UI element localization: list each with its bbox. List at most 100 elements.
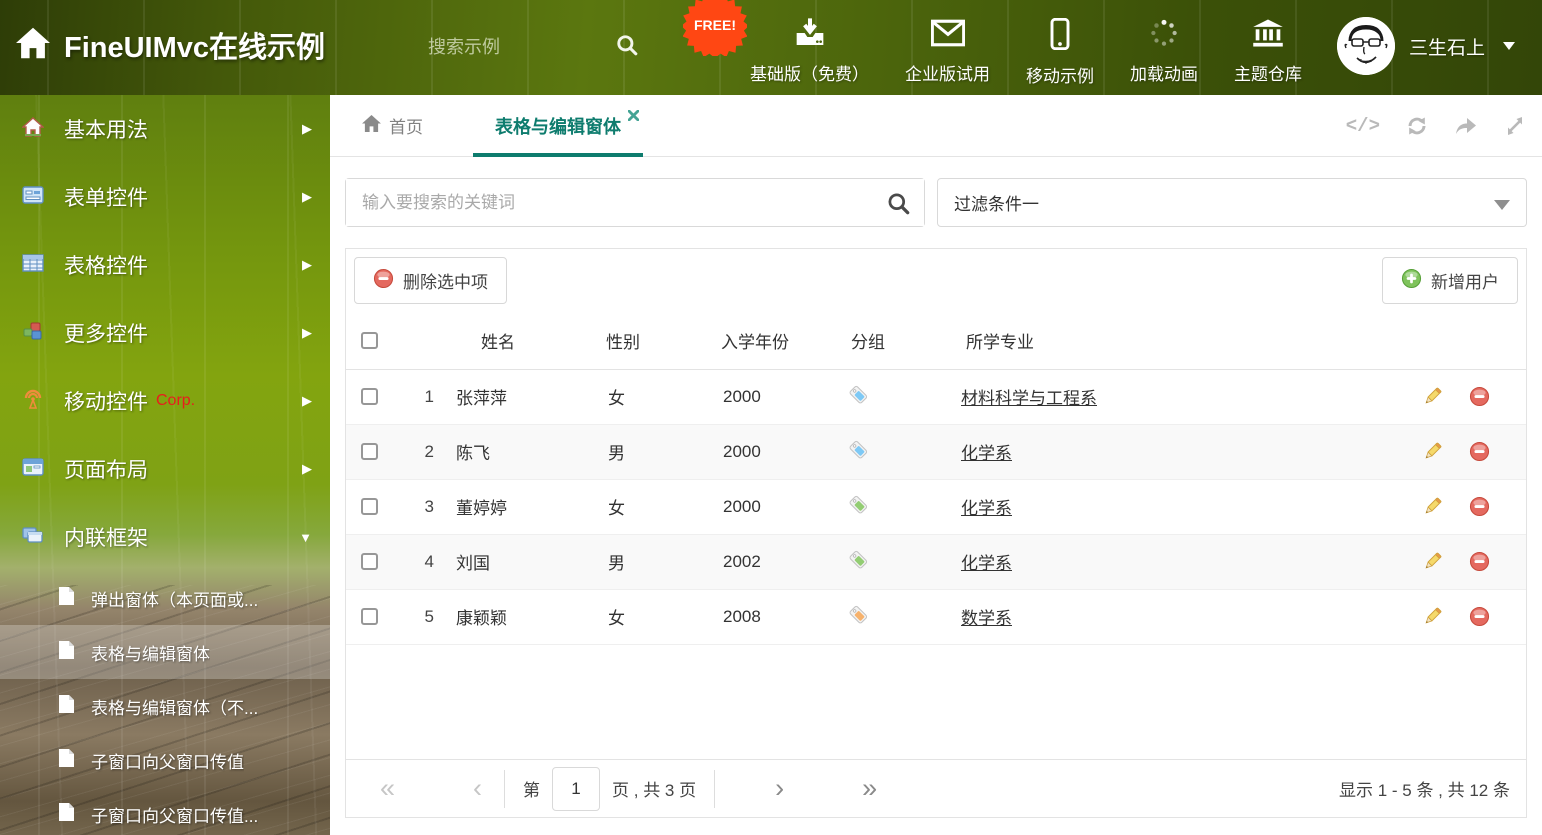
sidebar-item-inline-frame[interactable]: 内联框架 ▼ <box>0 503 330 571</box>
chevron-right-icon: ▶ <box>302 325 312 340</box>
sidebar-subitem-grid-edit-window-2[interactable]: 表格与编辑窗体（不... <box>0 679 330 733</box>
delete-row-icon[interactable] <box>1469 496 1490 517</box>
delete-row-icon[interactable] <box>1469 441 1490 462</box>
edit-pencil-icon[interactable] <box>1422 441 1443 462</box>
filter-row: 过滤条件一 <box>345 178 1527 227</box>
cell-gender: 女 <box>571 479 691 535</box>
select-all-checkbox[interactable] <box>361 331 378 349</box>
chevron-right-icon: ▶ <box>302 257 312 272</box>
edit-pencil-icon[interactable] <box>1422 496 1443 517</box>
row-checkbox[interactable] <box>361 498 378 515</box>
edit-pencil-icon[interactable] <box>1422 551 1443 572</box>
main-panel: 首页 表格与编辑窗体 </> 输入要搜索的关键词 过滤条件一 删除选中项 新增用… <box>330 95 1542 835</box>
sidebar-item-basic-usage[interactable]: 基本用法 ▶ <box>0 95 330 163</box>
antenna-icon <box>22 389 44 414</box>
tag-icon <box>848 605 869 629</box>
sidebar-item-mobile-controls[interactable]: 移动控件 Corp. ▶ <box>0 367 330 435</box>
tab-home[interactable]: 首页 <box>340 95 445 156</box>
delete-selected-button[interactable]: 删除选中项 <box>354 257 507 304</box>
tag-icon <box>848 495 869 519</box>
keyword-search-input[interactable] <box>346 179 924 226</box>
avatar <box>1337 17 1395 75</box>
open-in-new-icon[interactable] <box>1454 115 1478 137</box>
major-link[interactable]: 材料科学与工程系 <box>961 389 1097 408</box>
refresh-icon[interactable] <box>1406 115 1428 137</box>
row-checkbox[interactable] <box>361 443 378 460</box>
cell-gender: 男 <box>571 424 691 480</box>
home-icon <box>16 27 50 64</box>
major-link[interactable]: 数学系 <box>961 609 1012 628</box>
table-row: 2 陈飞 男 2000 化学系 <box>346 424 1526 480</box>
table-row: 4 刘国 男 2002 化学系 <box>346 534 1526 590</box>
source-code-icon[interactable]: </> <box>1346 115 1380 137</box>
bank-icon <box>1252 18 1284 53</box>
delete-row-icon[interactable] <box>1469 606 1490 627</box>
close-icon[interactable] <box>627 105 640 126</box>
user-menu[interactable]: 三生石上 <box>1337 17 1516 75</box>
delete-row-icon[interactable] <box>1469 551 1490 572</box>
search-icon[interactable] <box>887 192 910 220</box>
nav-label: 移动示例 <box>1026 67 1094 86</box>
sidebar-subitem-grid-edit-window[interactable]: 表格与编辑窗体 <box>0 625 330 679</box>
page-icon <box>58 586 75 611</box>
cell-year: 2000 <box>691 424 821 480</box>
row-checkbox[interactable] <box>361 388 378 405</box>
cell-name: 陈飞 <box>436 424 571 480</box>
col-actions <box>1406 312 1526 370</box>
cell-year: 2002 <box>691 534 821 590</box>
keyword-search[interactable] <box>345 178 925 227</box>
brand[interactable]: FineUIMvc在线示例 <box>16 24 325 66</box>
prev-page-button[interactable]: ‹ <box>469 775 486 802</box>
col-gender: 性别 <box>571 312 691 370</box>
tab-strip: 首页 表格与编辑窗体 </> <box>330 95 1542 157</box>
tab-grid-edit-window[interactable]: 表格与编辑窗体 <box>473 95 643 157</box>
header-search[interactable] <box>428 28 643 66</box>
next-page-button[interactable]: › <box>771 775 788 802</box>
row-checkbox[interactable] <box>361 608 378 625</box>
sidebar-item-grid-controls[interactable]: 表格控件 ▶ <box>0 231 330 299</box>
sidebar-item-more-controls[interactable]: 更多控件 ▶ <box>0 299 330 367</box>
svg-text:FREE!: FREE! <box>694 17 736 33</box>
nav-loading-animation[interactable]: 加载动画 <box>1112 18 1216 85</box>
col-name: 姓名 <box>436 312 571 370</box>
first-page-button[interactable]: « <box>376 775 399 802</box>
row-index: 4 <box>401 534 436 590</box>
grid-panel: 删除选中项 新增用户 姓名 性别 入学年份 分组 所学专业 1 张萍萍 女 20… <box>345 248 1527 818</box>
sidebar-subitem-popup-window[interactable]: 弹出窗体（本页面或... <box>0 571 330 625</box>
row-index: 1 <box>401 369 436 425</box>
last-page-button[interactable]: » <box>858 775 881 802</box>
major-link[interactable]: 化学系 <box>961 554 1012 573</box>
tag-icon <box>848 440 869 464</box>
sidebar-item-page-layout[interactable]: 页面布局 ▶ <box>0 435 330 503</box>
major-link[interactable]: 化学系 <box>961 499 1012 518</box>
col-major: 所学专业 <box>931 312 1406 370</box>
nav-enterprise-trial[interactable]: 企业版试用 <box>887 18 1008 85</box>
search-icon[interactable] <box>616 34 638 61</box>
page-number-input[interactable] <box>552 766 601 811</box>
page-icon <box>58 748 75 773</box>
cell-year: 2000 <box>691 369 821 425</box>
sidebar-item-form-controls[interactable]: 表单控件 ▶ <box>0 163 330 231</box>
chevron-right-icon: ▶ <box>302 393 312 408</box>
corp-badge: Corp. <box>156 392 196 409</box>
nav-theme-store[interactable]: 主题仓库 <box>1216 18 1320 85</box>
expand-icon[interactable] <box>1504 115 1526 137</box>
nav-mobile-demo[interactable]: 移动示例 <box>1008 17 1112 87</box>
edit-pencil-icon[interactable] <box>1422 386 1443 407</box>
major-link[interactable]: 化学系 <box>961 444 1012 463</box>
sidebar-subitem-child-to-parent[interactable]: 子窗口向父窗口传值 <box>0 733 330 787</box>
sidebar-subitem-child-to-parent-2[interactable]: 子窗口向父窗口传值... <box>0 787 330 835</box>
edit-pencil-icon[interactable] <box>1422 606 1443 627</box>
spinner-icon <box>1149 18 1179 53</box>
delete-row-icon[interactable] <box>1469 386 1490 407</box>
add-user-button[interactable]: 新增用户 <box>1382 257 1518 304</box>
filter-dropdown[interactable]: 过滤条件一 <box>937 178 1527 227</box>
nav-basic-version[interactable]: 基础版（免费） <box>732 18 887 85</box>
grid-toolbar: 删除选中项 新增用户 <box>346 249 1526 312</box>
tag-icon <box>848 550 869 574</box>
page-icon <box>58 694 75 719</box>
row-index: 2 <box>401 424 436 480</box>
header-search-input[interactable] <box>428 36 588 58</box>
house-icon <box>21 116 45 142</box>
row-checkbox[interactable] <box>361 553 378 570</box>
